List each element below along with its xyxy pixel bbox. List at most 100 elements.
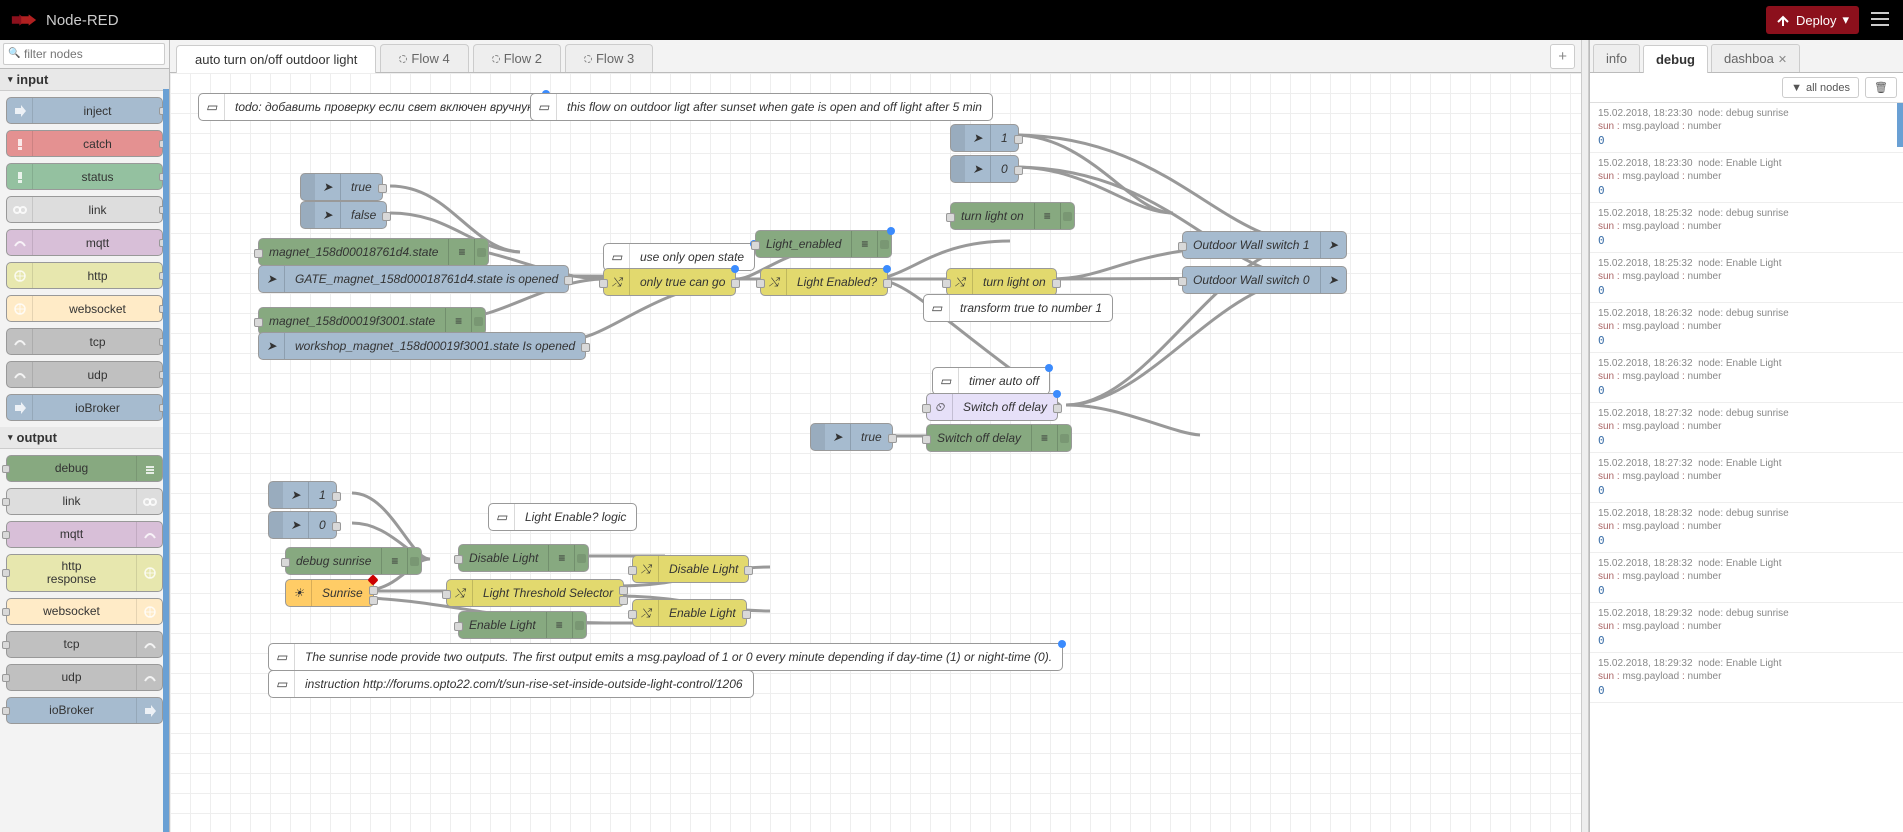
- debug-message[interactable]: 15.02.2018, 18:27:32 node: debug sunrise…: [1590, 403, 1903, 453]
- debug-message[interactable]: 15.02.2018, 18:25:32 node: debug sunrise…: [1590, 203, 1903, 253]
- debug-message[interactable]: 15.02.2018, 18:26:32 node: debug sunrise…: [1590, 303, 1903, 353]
- palette-scrollbar[interactable]: [163, 89, 169, 832]
- comment-node[interactable]: ▭Light Enable? logic: [488, 503, 637, 531]
- filter-nodes-input[interactable]: [3, 43, 165, 65]
- switch-threshold-node[interactable]: ⤭Light Threshold Selector: [446, 579, 624, 607]
- category-input-header[interactable]: ▾ input: [0, 69, 169, 91]
- debug-enable-node[interactable]: Enable Light≡: [458, 611, 587, 639]
- palette-node-ioBroker[interactable]: ioBroker: [6, 394, 163, 421]
- debug-toggle[interactable]: [572, 612, 586, 638]
- palette-node-httpresponse[interactable]: http response: [6, 554, 163, 592]
- iobroker-gate-node[interactable]: ➤GATE_magnet_158d00018761d4.state is ope…: [258, 265, 569, 293]
- palette-node-udp[interactable]: udp: [6, 361, 163, 388]
- inject-button[interactable]: [811, 424, 825, 450]
- debug-message[interactable]: 15.02.2018, 18:23:30 node: debug sunrise…: [1590, 103, 1903, 153]
- debug-message[interactable]: 15.02.2018, 18:27:32 node: Enable Lights…: [1590, 453, 1903, 503]
- tab-flow4[interactable]: Flow 4: [380, 44, 468, 72]
- comment-node[interactable]: ▭instruction http://forums.opto22.com/t/…: [268, 670, 754, 698]
- palette-node-mqtt[interactable]: mqtt: [6, 521, 163, 548]
- debug-toggle[interactable]: [1057, 425, 1071, 451]
- flow-canvas[interactable]: ▭todo: добавить проверку если свет включ…: [170, 73, 1581, 832]
- hamburger-menu-icon[interactable]: [1867, 8, 1893, 33]
- inject-button[interactable]: [269, 512, 283, 538]
- debug-switch-off-node[interactable]: Switch off delay≡: [926, 424, 1072, 452]
- debug-magnet1-node[interactable]: magnet_158d00018761d4.state≡: [258, 238, 489, 266]
- debug-toggle[interactable]: [1060, 203, 1074, 229]
- comment-node[interactable]: ▭transform true to number 1: [923, 294, 1113, 322]
- debug-toggle[interactable]: [574, 545, 588, 571]
- inject-button[interactable]: [269, 482, 283, 508]
- inject-1b-node[interactable]: ➤1: [268, 481, 337, 509]
- change-turn-on-node[interactable]: ⤭turn light on: [946, 268, 1057, 296]
- debug-magnet2-node[interactable]: magnet_158d00019f3001.state≡: [258, 307, 486, 335]
- comment-node[interactable]: ▭this flow on outdoor ligt after sunset …: [530, 93, 993, 121]
- palette-node-debug[interactable]: debug: [6, 455, 163, 482]
- debug-message[interactable]: 15.02.2018, 18:29:32 node: debug sunrise…: [1590, 603, 1903, 653]
- sunrise-node[interactable]: ☀Sunrise: [285, 579, 374, 607]
- inject-true-node[interactable]: ➤true: [300, 173, 383, 201]
- debug-disable-node[interactable]: Disable Light≡: [458, 544, 589, 572]
- change-disable-node[interactable]: ⤭Disable Light: [632, 555, 749, 583]
- palette-node-tcp[interactable]: tcp: [6, 328, 163, 355]
- sidebar-tab-debug[interactable]: debug: [1643, 45, 1708, 73]
- tab-auto-turn[interactable]: auto turn on/off outdoor light: [176, 45, 376, 73]
- debug-scrollbar[interactable]: [1897, 103, 1903, 147]
- iobroker-workshop-node[interactable]: ➤workshop_magnet_158d00019f3001.state Is…: [258, 332, 586, 360]
- palette-node-catch[interactable]: catch: [6, 130, 163, 157]
- comment-node[interactable]: ▭todo: добавить проверку если свет включ…: [198, 93, 547, 121]
- debug-message[interactable]: 15.02.2018, 18:26:32 node: Enable Lights…: [1590, 353, 1903, 403]
- switch-only-true-node[interactable]: ⤭only true can go: [603, 268, 736, 296]
- sidebar-tab-dashboard[interactable]: dashboa✕: [1711, 44, 1800, 72]
- sidebar-resize-handle[interactable]: [1581, 40, 1589, 832]
- debug-toggle[interactable]: [474, 239, 488, 265]
- debug-message[interactable]: 15.02.2018, 18:28:32 node: Enable Lights…: [1590, 553, 1903, 603]
- inject-button[interactable]: [301, 202, 315, 228]
- deploy-button[interactable]: Deploy ▾: [1766, 6, 1859, 34]
- debug-turn-on-node[interactable]: turn light on≡: [950, 202, 1075, 230]
- switch-light-enabled-node[interactable]: ⤭Light Enabled?: [760, 268, 888, 296]
- filter-all-nodes-button[interactable]: ▼all nodes: [1782, 77, 1859, 98]
- debug-message[interactable]: 15.02.2018, 18:28:32 node: debug sunrise…: [1590, 503, 1903, 553]
- debug-sunrise-node[interactable]: debug sunrise≡: [285, 547, 422, 575]
- iobroker-wall0-node[interactable]: Outdoor Wall switch 0➤: [1182, 266, 1347, 294]
- palette-node-mqtt[interactable]: mqtt: [6, 229, 163, 256]
- debug-light-enabled-node[interactable]: Light_enabled≡: [755, 230, 892, 258]
- palette-node-inject[interactable]: inject: [6, 97, 163, 124]
- close-icon[interactable]: ✕: [1778, 54, 1787, 66]
- comment-node[interactable]: ▭The sunrise node provide two outputs. T…: [268, 643, 1063, 671]
- change-enable-node[interactable]: ⤭Enable Light: [632, 599, 747, 627]
- palette-node-websocket[interactable]: websocket: [6, 295, 163, 322]
- palette-node-ioBroker[interactable]: ioBroker: [6, 697, 163, 724]
- debug-message-list[interactable]: 15.02.2018, 18:23:30 node: debug sunrise…: [1590, 103, 1903, 832]
- sidebar-tab-info[interactable]: info: [1593, 44, 1640, 72]
- debug-message[interactable]: 15.02.2018, 18:29:32 node: Enable Lights…: [1590, 653, 1903, 703]
- category-output-header[interactable]: ▾ output: [0, 427, 169, 449]
- palette-node-tcp[interactable]: tcp: [6, 631, 163, 658]
- iobroker-wall1-node[interactable]: Outdoor Wall switch 1➤: [1182, 231, 1347, 259]
- debug-message[interactable]: 15.02.2018, 18:25:32 node: Enable Lights…: [1590, 253, 1903, 303]
- palette-node-http[interactable]: http: [6, 262, 163, 289]
- palette-node-websocket[interactable]: websocket: [6, 598, 163, 625]
- inject-button[interactable]: [301, 174, 315, 200]
- inject-0b-node[interactable]: ➤0: [268, 511, 337, 539]
- inject-true2-node[interactable]: ➤true: [810, 423, 893, 451]
- tab-flow2[interactable]: Flow 2: [473, 44, 561, 72]
- debug-toggle[interactable]: [471, 308, 485, 334]
- debug-message[interactable]: 15.02.2018, 18:23:30 node: Enable Lights…: [1590, 153, 1903, 203]
- inject-button[interactable]: [951, 125, 965, 151]
- inject-1-node[interactable]: ➤1: [950, 124, 1019, 152]
- tab-flow3[interactable]: Flow 3: [565, 44, 653, 72]
- comment-node[interactable]: ▭timer auto off: [932, 367, 1050, 395]
- palette-node-link[interactable]: link: [6, 196, 163, 223]
- inject-false-node[interactable]: ➤false: [300, 201, 387, 229]
- chevron-down-icon: ▾: [8, 432, 13, 443]
- inject-0-node[interactable]: ➤0: [950, 155, 1019, 183]
- delay-switch-off-node[interactable]: ⏲Switch off delay: [926, 393, 1058, 421]
- inject-button[interactable]: [951, 156, 965, 182]
- add-tab-button[interactable]: +: [1550, 44, 1575, 69]
- clear-debug-button[interactable]: 🗑: [1865, 77, 1897, 98]
- palette-node-link[interactable]: link: [6, 488, 163, 515]
- palette-node-udp[interactable]: udp: [6, 664, 163, 691]
- debug-toggle[interactable]: [407, 548, 421, 574]
- palette-node-status[interactable]: status: [6, 163, 163, 190]
